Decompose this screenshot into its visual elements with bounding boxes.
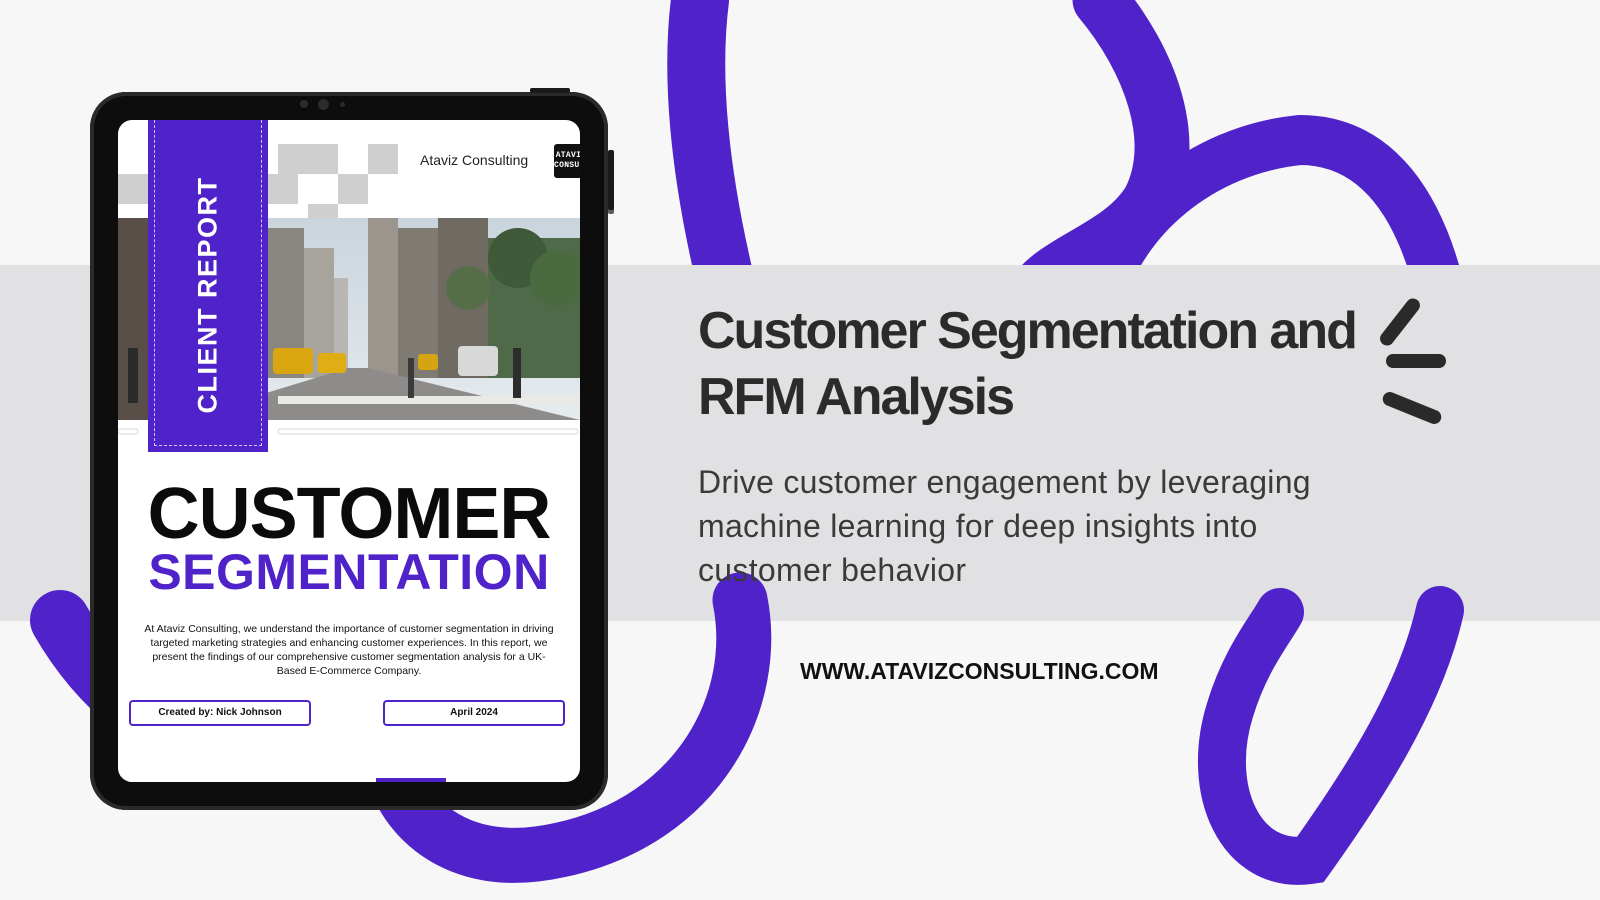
report-title-line2: SEGMENTATION: [148, 544, 550, 600]
website-link[interactable]: WWW.ATAVIZCONSULTING.COM: [800, 658, 1159, 685]
report-cover: Ataviz Consulting ATAVIZ CONSULTING: [118, 120, 580, 782]
date-pill: April 2024: [383, 700, 565, 726]
report-title-line1: CUSTOMER: [147, 474, 552, 554]
report-intro-text: At Ataviz Consulting, we understand the …: [144, 623, 554, 677]
hero-subtitle: Drive customer engagement by leveraging …: [698, 464, 1311, 588]
hero-title: Customer Segmentation and RFM Analysis: [698, 302, 1358, 426]
company-name: Ataviz Consulting: [420, 152, 529, 168]
author-pill: Created by: Nick Johnson: [129, 700, 311, 726]
tablet-mockup: Ataviz Consulting ATAVIZ CONSULTING: [90, 88, 614, 810]
divider-bars: [118, 428, 579, 435]
bottom-accent: [376, 778, 446, 782]
ribbon-label: CLIENT REPORT: [192, 176, 223, 414]
ataviz-logo-icon: ATAVIZ CONSULTING: [554, 144, 580, 178]
client-report-ribbon: CLIENT REPORT: [148, 120, 268, 452]
